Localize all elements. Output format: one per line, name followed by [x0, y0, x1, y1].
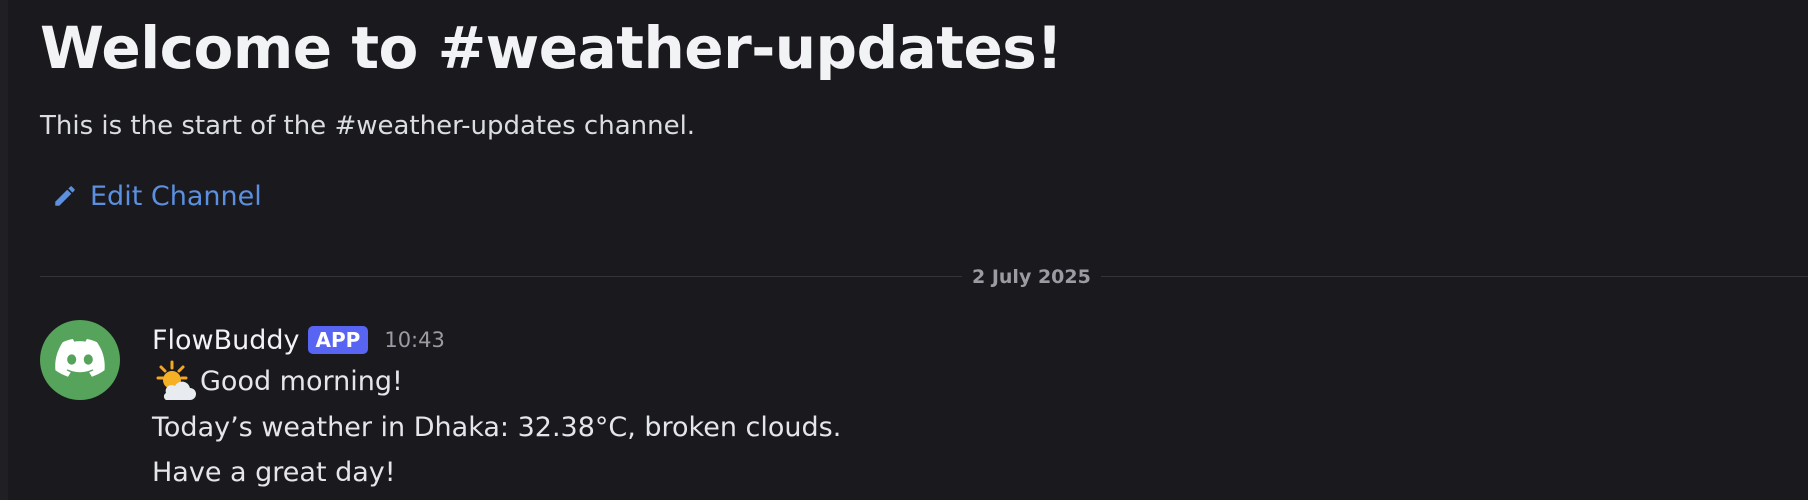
- edit-channel-label: Edit Channel: [90, 180, 262, 212]
- sidebar-edge: [0, 0, 8, 500]
- message-timestamp: 10:43: [384, 328, 445, 352]
- message-header: FlowBuddy APP 10:43: [152, 322, 445, 358]
- date-divider: [40, 276, 1808, 277]
- message-line: Good morning!: [152, 360, 403, 404]
- message-text: Good morning!: [200, 366, 403, 397]
- chat-page: Welcome to #weather-updates! This is the…: [0, 0, 1808, 500]
- message-text: Have a great day!: [152, 457, 396, 488]
- discord-logo-icon: [55, 339, 105, 381]
- message-author[interactable]: FlowBuddy: [152, 325, 300, 356]
- app-badge: APP: [307, 326, 369, 354]
- edit-channel-button[interactable]: Edit Channel: [52, 176, 262, 216]
- channel-welcome-title: Welcome to #weather-updates!: [40, 14, 1063, 82]
- pencil-icon: [52, 183, 78, 209]
- channel-welcome-subtitle: This is the start of the #weather-update…: [40, 111, 696, 141]
- date-divider-label: 2 July 2025: [962, 264, 1101, 290]
- message-line: Today’s weather in Dhaka: 32.38°C, broke…: [152, 406, 841, 450]
- message-text: Today’s weather in Dhaka: 32.38°C, broke…: [152, 412, 842, 443]
- avatar[interactable]: [40, 320, 120, 400]
- sun-behind-cloud-icon: [152, 360, 198, 404]
- message-line: Have a great day!: [152, 451, 396, 495]
